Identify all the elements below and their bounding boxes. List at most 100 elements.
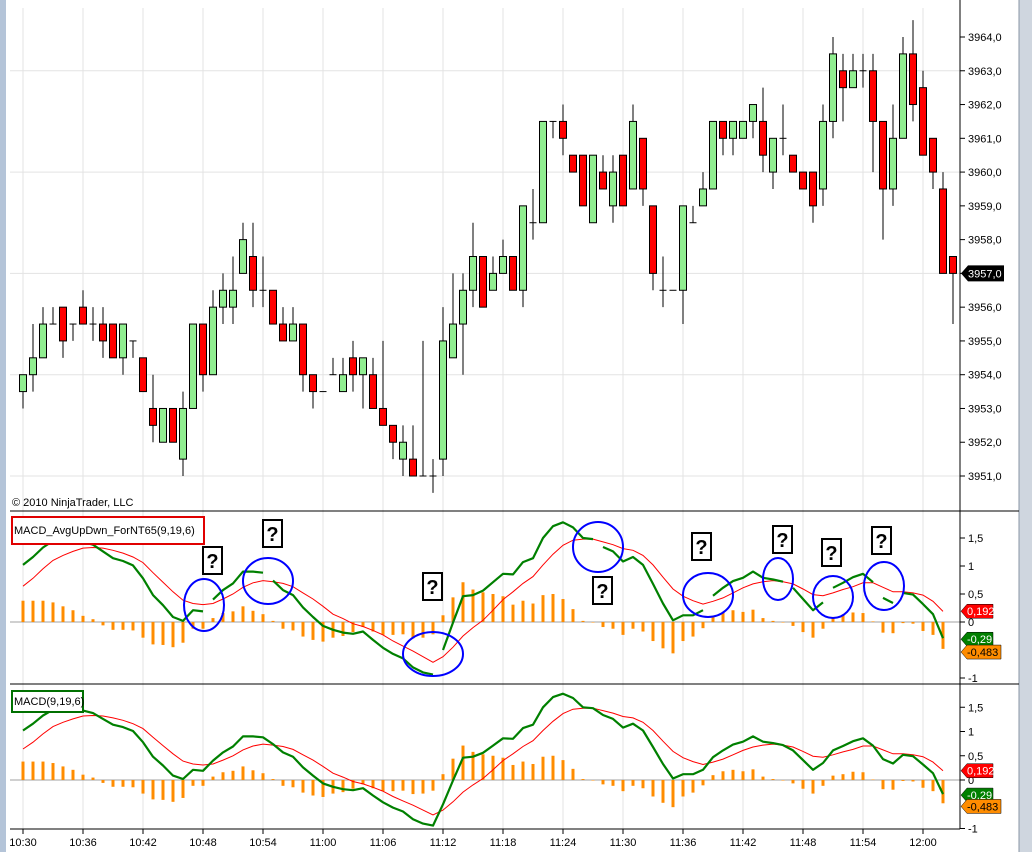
- price-tick-label: 3960,0: [968, 167, 1002, 179]
- histogram-bar: [481, 592, 485, 622]
- histogram-bar: [611, 780, 615, 786]
- candle-body-down: [389, 424, 397, 443]
- histogram-bar: [561, 599, 565, 622]
- candle-body-up: [209, 306, 217, 376]
- candle-body-up: [39, 323, 47, 359]
- time-tick-label: 10:54: [249, 837, 277, 849]
- candle-body-up: [399, 441, 407, 460]
- histogram-bar: [761, 618, 765, 622]
- histogram-bar: [491, 594, 495, 622]
- histogram-bar: [931, 780, 935, 792]
- histogram-bar: [71, 610, 75, 622]
- histogram-bar: [101, 780, 105, 783]
- candle-body-down: [249, 256, 257, 291]
- histogram-bar: [661, 622, 665, 649]
- candle-body-down: [799, 171, 807, 190]
- histogram-bar: [521, 600, 525, 622]
- price-tick-label: 3951,0: [968, 471, 1002, 483]
- candle-body-up: [889, 137, 897, 190]
- histogram-bar: [881, 622, 885, 633]
- time-tick-label: 10:48: [189, 837, 217, 849]
- histogram-bar: [641, 780, 645, 789]
- candle-body-down: [789, 154, 797, 173]
- candle-body-down: [879, 120, 887, 190]
- question-mark-box: ?: [262, 519, 283, 548]
- candle-body-down: [369, 374, 377, 409]
- histogram-bar: [421, 622, 425, 638]
- histogram-bar: [911, 622, 915, 624]
- candle-body-up: [519, 205, 527, 291]
- question-mark-text: ?: [695, 537, 707, 559]
- histogram-bar: [861, 613, 865, 622]
- histogram-bar: [851, 771, 855, 780]
- histogram-bar: [151, 780, 155, 800]
- histogram-bar: [381, 622, 385, 635]
- histogram-bar: [231, 611, 235, 622]
- right-scrollbar[interactable]: [1019, 0, 1032, 852]
- candle-body-down: [649, 205, 657, 274]
- indicator1-tick-label: 1: [968, 561, 974, 573]
- histogram-bar: [441, 774, 445, 780]
- histogram-bar: [171, 622, 175, 648]
- histogram-bar: [511, 604, 515, 622]
- candle-body-down: [409, 458, 417, 477]
- candle-body-down: [839, 70, 847, 89]
- question-mark-text: ?: [776, 530, 788, 552]
- histogram-bar: [431, 780, 435, 791]
- candle-body-down: [479, 256, 487, 308]
- question-mark-box: ?: [691, 532, 712, 561]
- candle-body-up: [459, 289, 467, 325]
- candle-body-down: [379, 407, 387, 426]
- histogram-bar: [671, 780, 675, 808]
- histogram-bar: [531, 763, 535, 780]
- candle-body-up: [749, 104, 757, 122]
- candle-body-down: [639, 137, 647, 190]
- question-mark-text: ?: [426, 577, 438, 599]
- histogram-bar: [741, 611, 745, 622]
- candle-body-down: [929, 137, 937, 173]
- question-mark-box: ?: [592, 576, 613, 605]
- histogram-bar: [631, 622, 635, 629]
- candle-body-down: [349, 357, 357, 376]
- histogram-bar: [51, 602, 55, 622]
- candle-body-up: [119, 323, 127, 359]
- histogram-bar: [161, 622, 165, 645]
- histogram-bar: [261, 614, 265, 622]
- indicator2-legend[interactable]: MACD(9,19,6): [11, 690, 84, 713]
- histogram-bar: [391, 780, 395, 792]
- candle-body-down: [109, 323, 117, 359]
- histogram-bar: [531, 603, 535, 622]
- candle-body-down: [169, 407, 177, 443]
- candle-body-down: [99, 323, 107, 342]
- price-tick-label: 3956,0: [968, 302, 1002, 314]
- indicator1-tick-label: 0: [968, 617, 974, 629]
- candle: [169, 407, 177, 443]
- histogram-bar: [761, 776, 765, 780]
- candle: [479, 256, 487, 308]
- candle-body-up: [849, 70, 857, 89]
- histogram-bar: [81, 615, 85, 622]
- candle-body-down: [299, 323, 307, 376]
- histogram-bar: [731, 769, 735, 780]
- histogram-bar: [281, 622, 285, 629]
- candle-body-up: [159, 407, 167, 443]
- candle-body-down: [869, 70, 877, 122]
- histogram-bar: [891, 622, 895, 634]
- histogram-bar: [121, 622, 125, 630]
- histogram-bar: [881, 780, 885, 790]
- histogram-bar: [601, 622, 605, 628]
- price-tick-label: 3952,0: [968, 437, 1002, 449]
- current-price-tag: 3957,0: [961, 265, 1004, 282]
- price-tick-label: 3964,0: [968, 32, 1002, 44]
- price-tick-label: 3959,0: [968, 201, 1002, 213]
- candle-body-down: [599, 171, 607, 190]
- indicator1-legend[interactable]: MACD_AvgUpDwn_ForNT65(9,19,6): [11, 516, 205, 545]
- histogram-bar: [851, 612, 855, 622]
- candle: [579, 154, 587, 207]
- time-tick-label: 12:00: [909, 837, 937, 849]
- histogram-bar: [251, 610, 255, 622]
- histogram-bar: [141, 622, 145, 638]
- ninjatrader-chart[interactable]: 3964,0 3963,0 3962,0 3961,0 3960,0 3959,0 3958…: [0, 0, 1032, 852]
- histogram-bar: [291, 780, 295, 788]
- candle-body-up: [899, 53, 907, 139]
